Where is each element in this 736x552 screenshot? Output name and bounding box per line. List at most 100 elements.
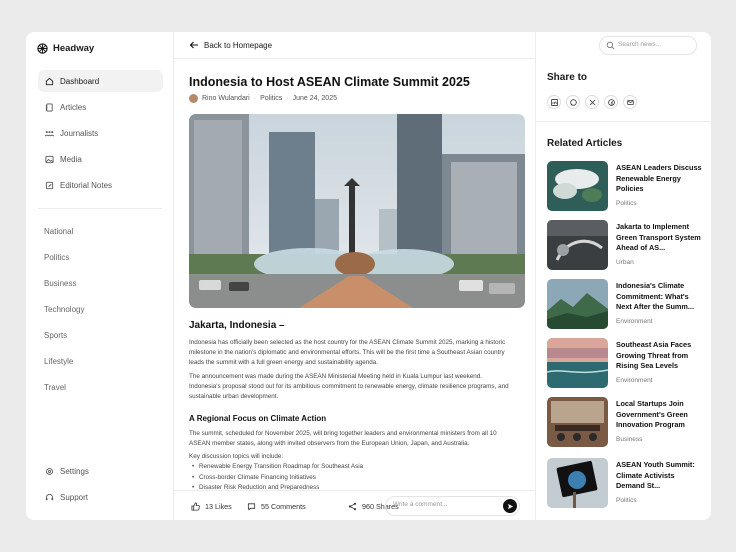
sidebar-item-media[interactable]: Media	[38, 148, 163, 170]
sidebar-item-editorial-notes[interactable]: Editorial Notes	[38, 174, 163, 196]
related-article-thumbnail	[547, 458, 608, 508]
article-paragraph: Indonesia has officially been selected a…	[189, 339, 506, 366]
related-article-category: Politics	[616, 200, 637, 207]
like-button[interactable]: 13 Likes	[191, 491, 232, 520]
related-article-item[interactable]: Indonesia's Climate Commitment: What's N…	[547, 279, 707, 329]
article-title: Indonesia to Host ASEAN Climate Summit 2…	[189, 75, 470, 89]
gear-icon	[46, 467, 53, 475]
related-article-title: Indonesia's Climate Commitment: What's N…	[616, 281, 694, 312]
notes-icon	[45, 181, 54, 189]
related-article-title: Southeast Asia Faces Growing Threat from…	[616, 340, 692, 371]
sidebar-category-sports[interactable]: Sports	[44, 331, 67, 340]
article-paragraph: The announcement was made during the ASE…	[189, 373, 509, 400]
app-name: Headway	[53, 43, 95, 54]
article-category[interactable]: Politics	[260, 95, 282, 102]
share-to-heading: Share to	[547, 72, 588, 83]
back-to-homepage-link[interactable]: Back to Homepage	[189, 40, 272, 50]
sidebar-item-support[interactable]: Support	[38, 486, 163, 508]
likes-count: 13 Likes	[205, 501, 232, 511]
article-meta: Rino Wulandari · Politics · June 24, 202…	[189, 94, 337, 103]
sidebar-item-articles[interactable]: Articles	[38, 96, 163, 118]
send-comment-button[interactable]	[503, 499, 517, 513]
comment-input[interactable]	[393, 501, 503, 508]
app-window: Headway Dashboard Articles Journalists M…	[26, 32, 711, 520]
related-article-item[interactable]: Jakarta to Implement Green Transport Sys…	[547, 220, 707, 270]
sidebar-item-journalists[interactable]: Journalists	[38, 122, 163, 144]
related-article-title: ASEAN Leaders Discuss Renewable Energy P…	[616, 163, 702, 194]
share-whatsapp-button[interactable]	[566, 95, 580, 109]
sidebar-category-business[interactable]: Business	[44, 279, 76, 288]
share-facebook-button[interactable]	[604, 95, 618, 109]
sidebar: Headway Dashboard Articles Journalists M…	[26, 32, 174, 520]
logo-icon	[37, 43, 48, 54]
back-label: Back to Homepage	[204, 40, 273, 50]
sidebar-item-label: Journalists	[60, 128, 99, 138]
sidebar-category-national[interactable]: National	[44, 227, 73, 236]
search-input[interactable]	[618, 41, 692, 48]
sidebar-item-settings[interactable]: Settings	[38, 460, 163, 482]
meta-separator: ·	[286, 95, 289, 102]
share-icon	[348, 502, 357, 510]
sidebar-item-label: Articles	[60, 102, 87, 112]
related-article-category: Politics	[616, 497, 637, 504]
share-linkedin-button[interactable]	[547, 95, 561, 109]
article-panel: Back to Homepage Indonesia to Host ASEAN…	[174, 32, 536, 520]
related-article-title: ASEAN Youth Summit: Climate Activists De…	[616, 460, 695, 491]
comments-count: 55 Comments	[261, 501, 306, 511]
share-x-button[interactable]	[585, 95, 599, 109]
thumbs-up-icon	[191, 501, 200, 511]
articles-icon	[45, 102, 53, 112]
article-dateline: Jakarta, Indonesia –	[189, 320, 285, 331]
x-icon	[589, 99, 595, 105]
comments-button[interactable]: 55 Comments	[247, 491, 306, 520]
related-article-title: Local Startups Join Government's Green I…	[616, 399, 688, 430]
article-paragraph: The summit, scheduled for November 2025,…	[189, 430, 497, 447]
article-paragraph: Key discussion topics will include:	[189, 453, 284, 460]
right-divider	[536, 121, 711, 122]
right-panel: Share to Related Articles ASEAN Leaders …	[536, 32, 711, 520]
app-logo[interactable]: Headway	[37, 43, 94, 54]
email-icon	[626, 99, 634, 105]
related-article-thumbnail	[547, 338, 608, 388]
list-item: Renewable Energy Transition Roadmap for …	[189, 462, 363, 473]
article-topbar: Back to Homepage	[174, 32, 535, 59]
comment-icon	[247, 502, 256, 510]
related-article-category: Urban	[616, 259, 634, 266]
author-name[interactable]: Rino Wulandari	[202, 95, 250, 102]
arrow-left-icon	[189, 41, 198, 49]
article-date: June 24, 2025	[292, 95, 337, 102]
related-articles-heading: Related Articles	[547, 138, 623, 149]
related-article-thumbnail	[547, 220, 608, 270]
send-icon	[507, 503, 513, 509]
list-item: Cross-border Climate Financing Initiativ…	[189, 473, 363, 484]
related-article-item[interactable]: Local Startups Join Government's Green I…	[547, 397, 707, 447]
related-article-title: Jakarta to Implement Green Transport Sys…	[616, 222, 701, 253]
article-hero-image	[189, 114, 525, 308]
sidebar-category-travel[interactable]: Travel	[44, 383, 66, 392]
related-article-item[interactable]: ASEAN Leaders Discuss Renewable Energy P…	[547, 161, 707, 211]
media-icon	[45, 155, 54, 163]
related-article-category: Business	[616, 436, 643, 443]
sidebar-item-label: Editorial Notes	[60, 180, 113, 190]
sidebar-item-label: Media	[60, 154, 82, 164]
article-bullet-list: Renewable Energy Transition Roadmap for …	[189, 462, 363, 494]
whatsapp-icon	[569, 98, 577, 106]
related-article-item[interactable]: ASEAN Youth Summit: Climate Activists De…	[547, 458, 707, 508]
home-icon	[45, 77, 54, 85]
search-icon	[606, 41, 615, 50]
sidebar-category-technology[interactable]: Technology	[44, 305, 84, 314]
sidebar-category-lifestyle[interactable]: Lifestyle	[44, 357, 73, 366]
headset-icon	[45, 493, 54, 500]
sidebar-item-label: Support	[60, 492, 89, 502]
journalists-icon	[45, 130, 54, 136]
related-article-thumbnail	[547, 279, 608, 329]
comment-input-box	[385, 496, 520, 516]
facebook-icon	[607, 98, 615, 106]
share-email-button[interactable]	[623, 95, 637, 109]
related-article-item[interactable]: Southeast Asia Faces Growing Threat from…	[547, 338, 707, 388]
sidebar-divider	[38, 208, 162, 209]
sidebar-item-dashboard[interactable]: Dashboard	[38, 70, 163, 92]
related-article-category: Environment	[616, 318, 653, 325]
sidebar-category-politics[interactable]: Politics	[44, 253, 69, 262]
related-article-thumbnail	[547, 397, 608, 447]
